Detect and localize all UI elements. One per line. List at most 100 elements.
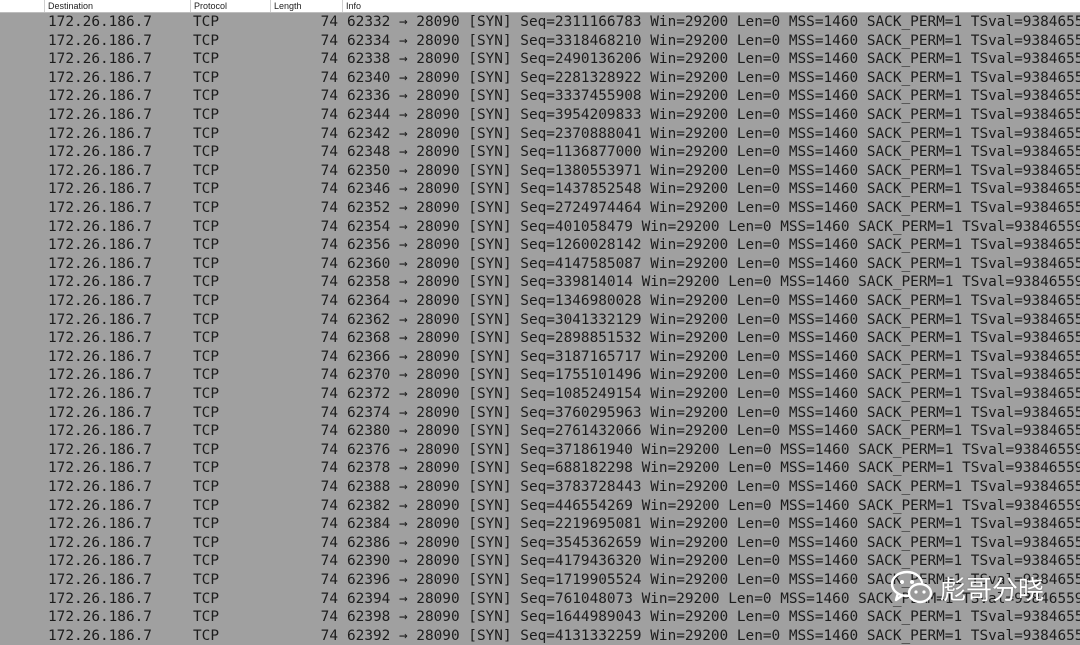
table-row[interactable]: 172.26.186.7 TCP 74 62346 → 28090 [SYN] Seq… xyxy=(0,180,1080,199)
cell-destination: 172.26.186.7 xyxy=(48,479,152,495)
table-row[interactable]: 172.26.186.7 TCP 74 62342 → 28090 [SYN] Seq… xyxy=(0,125,1080,144)
cell-destination: 172.26.186.7 xyxy=(48,348,152,365)
cell-protocol: TCP xyxy=(193,534,219,551)
cell-protocol: TCP xyxy=(193,479,219,495)
cell-length: 74 xyxy=(320,51,338,68)
cell-destination: 172.26.186.7 xyxy=(48,218,152,235)
cell-destination: 172.26.186.7 xyxy=(48,51,152,68)
cell-length: 74 xyxy=(320,218,338,235)
cell-destination: 172.26.186.7 xyxy=(48,423,152,440)
cell-protocol: TCP xyxy=(193,218,219,235)
cell-length: 74 xyxy=(320,479,338,495)
cell-length: 74 xyxy=(320,497,338,514)
cell-info: 62364 → 28090 [SYN] Seq=1346980028 Win=2… xyxy=(347,293,1080,309)
cell-length: 74 xyxy=(320,274,338,291)
column-header-length[interactable]: Length xyxy=(270,0,342,12)
cell-destination: 172.26.186.7 xyxy=(48,125,152,142)
cell-info: 62342 → 28090 [SYN] Seq=2370888041 Win=2… xyxy=(347,125,1080,142)
cell-length: 74 xyxy=(320,162,338,179)
table-row[interactable]: 172.26.186.7 TCP 74 62350 → 28090 [SYN] Seq… xyxy=(0,162,1080,181)
cell-protocol: TCP xyxy=(193,107,219,123)
table-row[interactable]: 172.26.186.7 TCP 74 62358 → 28090 [SYN] Seq… xyxy=(0,273,1080,292)
table-row[interactable]: 172.26.186.7 TCP 74 62378 → 28090 [SYN] Seq… xyxy=(0,459,1080,478)
cell-info: 62350 → 28090 [SYN] Seq=1380553971 Win=2… xyxy=(347,162,1080,179)
cell-protocol: TCP xyxy=(193,200,219,216)
cell-destination: 172.26.186.7 xyxy=(48,497,152,514)
cell-info: 62354 → 28090 [SYN] Seq=401058479 Win=29… xyxy=(347,218,1080,235)
cell-length: 74 xyxy=(320,200,338,216)
cell-length: 74 xyxy=(320,572,338,588)
table-row[interactable]: 172.26.186.7 TCP 74 62370 → 28090 [SYN] Seq… xyxy=(0,366,1080,385)
cell-info: 62380 → 28090 [SYN] Seq=2761432066 Win=2… xyxy=(347,423,1080,440)
cell-protocol: TCP xyxy=(193,274,219,291)
cell-protocol: TCP xyxy=(193,293,219,309)
table-row[interactable]: 172.26.186.7 TCP 74 62356 → 28090 [SYN] Seq… xyxy=(0,236,1080,255)
cell-info: 62384 → 28090 [SYN] Seq=2219695081 Win=2… xyxy=(347,516,1080,533)
table-row[interactable]: 172.26.186.7 TCP 74 62348 → 28090 [SYN] Seq… xyxy=(0,143,1080,162)
cell-length: 74 xyxy=(320,293,338,309)
cell-destination: 172.26.186.7 xyxy=(48,404,152,421)
table-row[interactable]: 172.26.186.7 TCP 74 62374 → 28090 [SYN] Seq… xyxy=(0,404,1080,423)
cell-destination: 172.26.186.7 xyxy=(48,330,152,347)
table-row[interactable]: 172.26.186.7 TCP 74 62372 → 28090 [SYN] Seq… xyxy=(0,385,1080,404)
table-row[interactable]: 172.26.186.7 TCP 74 62360 → 28090 [SYN] Seq… xyxy=(0,255,1080,274)
cell-protocol: TCP xyxy=(193,609,219,626)
table-row[interactable]: 172.26.186.7 TCP 74 62380 → 28090 [SYN] Seq… xyxy=(0,422,1080,441)
cell-protocol: TCP xyxy=(193,572,219,588)
cell-destination: 172.26.186.7 xyxy=(48,274,152,291)
table-row[interactable]: 172.26.186.7 TCP 74 62340 → 28090 [SYN] Seq… xyxy=(0,69,1080,88)
cell-info: 62366 → 28090 [SYN] Seq=3187165717 Win=2… xyxy=(347,348,1080,365)
table-row[interactable]: 172.26.186.7 TCP 74 62368 → 28090 [SYN] Seq… xyxy=(0,329,1080,348)
cell-protocol: TCP xyxy=(193,162,219,179)
table-row[interactable]: 172.26.186.7 TCP 74 62382 → 28090 [SYN] Seq… xyxy=(0,497,1080,516)
cell-length: 74 xyxy=(320,107,338,123)
table-row[interactable]: 172.26.186.7 TCP 74 62386 → 28090 [SYN] Seq… xyxy=(0,534,1080,553)
table-row[interactable]: 172.26.186.7 TCP 74 62334 → 28090 [SYN] Seq… xyxy=(0,32,1080,51)
cell-length: 74 xyxy=(320,88,338,105)
cell-length: 74 xyxy=(320,627,338,644)
cell-length: 74 xyxy=(320,32,338,49)
cell-destination: 172.26.186.7 xyxy=(48,572,152,588)
table-row[interactable]: 172.26.186.7 TCP 74 62384 → 28090 [SYN] Seq… xyxy=(0,515,1080,534)
table-row[interactable]: 172.26.186.7 TCP 74 62366 → 28090 [SYN] Seq… xyxy=(0,348,1080,367)
cell-length: 74 xyxy=(320,404,338,421)
cell-info: 62368 → 28090 [SYN] Seq=2898851532 Win=2… xyxy=(347,330,1080,347)
cell-length: 74 xyxy=(320,237,338,254)
cell-destination: 172.26.186.7 xyxy=(48,460,152,477)
cell-info: 62334 → 28090 [SYN] Seq=3318468210 Win=2… xyxy=(347,32,1080,49)
table-row[interactable]: 172.26.186.7 TCP 74 62336 → 28090 [SYN] Seq… xyxy=(0,87,1080,106)
cell-destination: 172.26.186.7 xyxy=(48,162,152,179)
table-row[interactable]: 172.26.186.7 TCP 74 62352 → 28090 [SYN] Seq… xyxy=(0,199,1080,218)
cell-length: 74 xyxy=(320,367,338,384)
cell-destination: 172.26.186.7 xyxy=(48,69,152,86)
cell-length: 74 xyxy=(320,125,338,142)
table-row[interactable]: 172.26.186.7 TCP 74 62354 → 28090 [SYN] Seq… xyxy=(0,218,1080,237)
table-row[interactable]: 172.26.186.7 TCP 74 62344 → 28090 [SYN] Seq… xyxy=(0,106,1080,125)
cell-protocol: TCP xyxy=(193,423,219,440)
watermark-text: 彪哥分晓 xyxy=(940,575,1045,606)
wechat-icon xyxy=(890,570,933,604)
table-row[interactable]: 172.26.186.7 TCP 74 62388 → 28090 [SYN] Seq… xyxy=(0,478,1080,497)
cell-destination: 172.26.186.7 xyxy=(48,441,152,458)
table-row[interactable]: 172.26.186.7 TCP 74 62376 → 28090 [SYN] Seq… xyxy=(0,441,1080,460)
column-header-protocol[interactable]: Protocol xyxy=(190,0,270,12)
cell-info: 62386 → 28090 [SYN] Seq=3545362659 Win=2… xyxy=(347,534,1080,551)
cell-info: 62362 → 28090 [SYN] Seq=3041332129 Win=2… xyxy=(347,311,1080,328)
cell-info: 62378 → 28090 [SYN] Seq=688182298 Win=29… xyxy=(347,460,1080,477)
cell-info: 62338 → 28090 [SYN] Seq=2490136206 Win=2… xyxy=(347,51,1080,68)
cell-destination: 172.26.186.7 xyxy=(48,88,152,105)
column-header-info[interactable]: Info xyxy=(342,0,1080,12)
cell-info: 62382 → 28090 [SYN] Seq=446554269 Win=29… xyxy=(347,497,1080,514)
cell-protocol: TCP xyxy=(193,497,219,514)
table-row[interactable]: 172.26.186.7 TCP 74 62392 → 28090 [SYN] Seq… xyxy=(0,627,1080,645)
table-row[interactable]: 172.26.186.7 TCP 74 62362 → 28090 [SYN] Seq… xyxy=(0,311,1080,330)
table-row[interactable]: 172.26.186.7 TCP 74 62338 → 28090 [SYN] Seq… xyxy=(0,50,1080,69)
cell-info: 62358 → 28090 [SYN] Seq=339814014 Win=29… xyxy=(347,274,1080,291)
cell-info: 62336 → 28090 [SYN] Seq=3337455908 Win=2… xyxy=(347,88,1080,105)
table-row[interactable]: 172.26.186.7 TCP 74 62332 → 28090 [SYN] Seq… xyxy=(0,13,1080,32)
column-header-destination[interactable]: Destination xyxy=(44,0,190,12)
cell-info: 62356 → 28090 [SYN] Seq=1260028142 Win=2… xyxy=(347,237,1080,254)
cell-destination: 172.26.186.7 xyxy=(48,200,152,216)
table-row[interactable]: 172.26.186.7 TCP 74 62398 → 28090 [SYN] Seq… xyxy=(0,608,1080,627)
table-row[interactable]: 172.26.186.7 TCP 74 62364 → 28090 [SYN] Seq… xyxy=(0,292,1080,311)
